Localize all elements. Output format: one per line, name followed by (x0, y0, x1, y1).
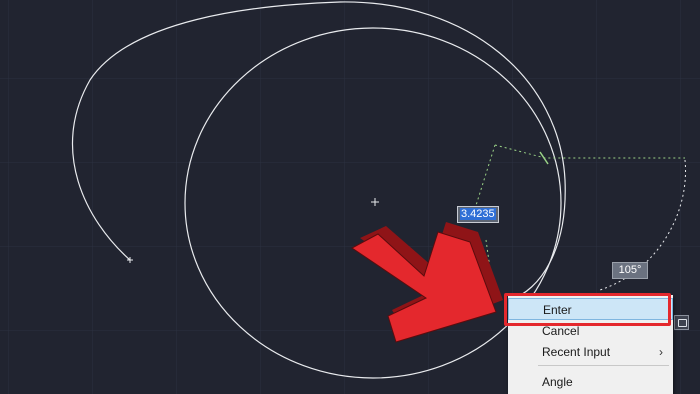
dynamic-input-value[interactable]: 3.4235 (460, 208, 496, 220)
menu-item-label: Recent Input (542, 345, 611, 359)
menu-separator (538, 365, 669, 366)
menu-item-label: Angle (542, 375, 573, 389)
drawing-viewport[interactable]: 3.4235 105° Enter Cancel Recent Input › … (0, 0, 700, 394)
chevron-right-icon: › (659, 345, 663, 359)
menu-item-angle[interactable]: Angle (508, 371, 673, 393)
annotation-highlight-box (504, 293, 671, 326)
menu-item-label: Cancel (542, 324, 580, 338)
monitor-icon[interactable] (674, 315, 689, 330)
menu-item-recent-input[interactable]: Recent Input › (508, 341, 673, 363)
dynamic-input-field[interactable]: 3.4235 (457, 206, 499, 223)
angle-tooltip: 105° (612, 262, 648, 279)
